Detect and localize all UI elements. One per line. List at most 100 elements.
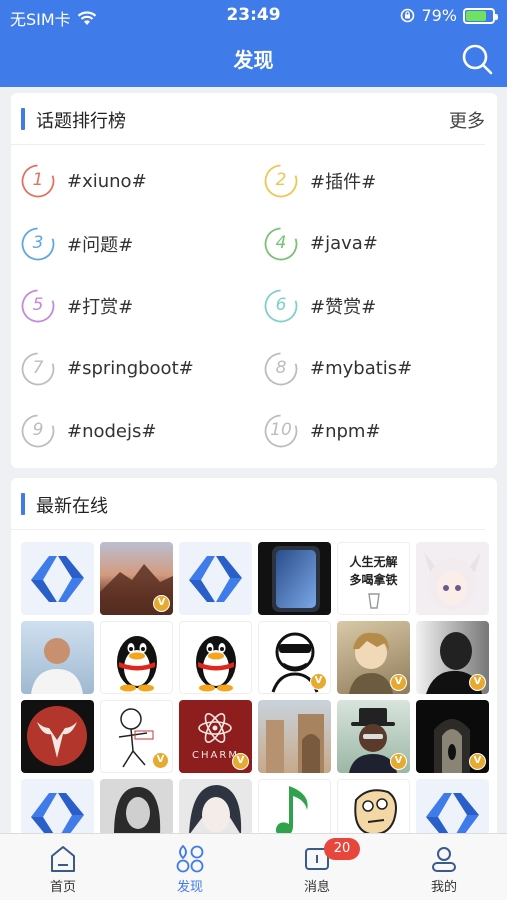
code-logo-icon (189, 556, 242, 602)
topic-ranking-card: 话题排行榜 更多 1 #xiuno# 2 #插件# 3 #问题# 4 #java# 5 #打赏# 6… (11, 93, 497, 468)
topic-label: #nodejs# (67, 420, 157, 442)
unread-count-badge: 20 (324, 838, 360, 860)
topic-label: #springboot# (67, 358, 194, 379)
verified-badge: V (469, 674, 486, 691)
bull-logo-icon (27, 706, 87, 766)
topic-item[interactable]: 5 #打赏# (21, 286, 133, 326)
verified-badge: V (469, 753, 486, 770)
topic-item[interactable]: 7 #springboot# (21, 349, 194, 389)
user-avatar[interactable] (258, 542, 331, 615)
topic-label: #xiuno# (67, 170, 147, 192)
penguin-icon (117, 636, 157, 692)
user-avatar[interactable]: V (416, 621, 489, 694)
tab-discover[interactable]: 发现 (127, 834, 253, 900)
rank-number: 9 (32, 420, 44, 440)
topic-item[interactable]: 4 #java# (264, 224, 378, 264)
topic-item[interactable]: 8 #mybatis# (264, 349, 412, 389)
topic-label: #插件# (310, 172, 377, 193)
topic-label: #java# (310, 233, 378, 254)
tab-profile[interactable]: 我的 (381, 834, 507, 900)
topic-item[interactable]: 2 #插件# (264, 161, 376, 201)
user-avatar[interactable] (100, 621, 173, 694)
verified-badge: V (390, 674, 407, 691)
rank-number: 4 (275, 232, 287, 253)
user-avatar[interactable]: V (100, 700, 173, 773)
topic-item[interactable]: 3 #问题# (21, 224, 133, 264)
user-avatar[interactable] (21, 700, 94, 773)
code-logo-icon (31, 556, 84, 602)
rank-ring-icon: 2 (264, 164, 298, 198)
app-header: 无SIM卡 23:49 79% 发现 (0, 0, 507, 87)
user-avatar[interactable]: V (258, 621, 331, 694)
battery-percent: 79% (421, 6, 457, 25)
user-avatar[interactable] (179, 542, 252, 615)
latest-online-title: 最新在线 (36, 496, 108, 517)
tab-label: 首页 (49, 880, 76, 895)
topic-item[interactable]: 1 #xiuno# (21, 161, 147, 201)
topic-label: #mybatis# (310, 358, 413, 379)
rank-ring-icon: 1 (21, 164, 55, 198)
rank-ring-icon: 8 (264, 352, 298, 386)
rank-ring-icon: 5 (21, 289, 55, 323)
verified-badge: V (232, 753, 249, 770)
architecture-image (266, 714, 324, 773)
rank-number: 3 (32, 232, 44, 253)
penguin-icon (196, 636, 236, 692)
topic-label: #npm# (310, 420, 381, 442)
tab-messages[interactable]: 20 消息 (254, 834, 380, 900)
verified-badge: V (390, 753, 407, 770)
verified-badge: V (153, 595, 170, 612)
rank-number: 6 (275, 295, 287, 315)
profile-icon (432, 847, 456, 872)
user-avatar[interactable] (416, 542, 489, 615)
rank-ring-icon: 6 (264, 289, 298, 323)
home-icon (51, 846, 75, 872)
rank-number: 10 (270, 420, 292, 440)
topic-item[interactable]: 10 #npm# (264, 411, 381, 451)
tab-label: 消息 (303, 880, 330, 895)
rank-number: 7 (32, 357, 44, 378)
dark-hair-portrait-image (114, 787, 161, 835)
user-avatar[interactable] (179, 779, 252, 835)
coffee-cup-icon (368, 593, 380, 609)
user-avatar[interactable] (258, 700, 331, 773)
user-avatar[interactable] (416, 779, 489, 835)
user-avatar[interactable] (337, 779, 410, 835)
user-avatar[interactable]: V (416, 700, 489, 773)
user-avatar[interactable] (21, 542, 94, 615)
discover-icon (176, 844, 204, 873)
anime-girl-image (424, 552, 481, 610)
avatar-text-line: 多喝拿铁 (349, 573, 398, 587)
user-avatar[interactable]: CHARM V (179, 700, 252, 773)
user-avatar[interactable]: V (337, 621, 410, 694)
user-avatar[interactable] (179, 621, 252, 694)
more-link[interactable]: 更多 (449, 107, 485, 133)
topic-item[interactable]: 6 #赞赏# (264, 286, 376, 326)
tab-label: 我的 (430, 880, 457, 895)
person-photo (31, 638, 83, 694)
search-icon[interactable] (461, 43, 493, 75)
user-avatar[interactable]: V (100, 542, 173, 615)
user-avatar[interactable] (21, 779, 94, 835)
section-accent-bar (21, 108, 25, 130)
battery-icon (463, 7, 498, 24)
topic-label: #赞赏# (310, 297, 377, 318)
user-avatar[interactable]: 人生无解 多喝拿铁 (337, 542, 410, 615)
user-avatar[interactable] (100, 779, 173, 835)
user-avatar[interactable]: V (337, 700, 410, 773)
topic-ranking-title: 话题排行榜 (36, 111, 126, 132)
rank-ring-icon: 7 (21, 352, 55, 386)
topic-item[interactable]: 9 #nodejs# (21, 411, 156, 451)
topic-label: #问题# (67, 234, 134, 256)
avatar-text-line: 人生无解 (349, 555, 398, 569)
verified-badge: V (152, 752, 169, 769)
user-avatar[interactable] (21, 621, 94, 694)
section-accent-bar (21, 493, 25, 515)
user-avatar[interactable] (258, 779, 331, 835)
cartoon-face-icon (354, 789, 397, 834)
tab-home[interactable]: 首页 (0, 834, 126, 900)
code-logo-icon (31, 793, 84, 835)
phone-image (272, 546, 320, 612)
code-logo-icon (426, 793, 479, 835)
anime-portrait-image (189, 785, 242, 835)
